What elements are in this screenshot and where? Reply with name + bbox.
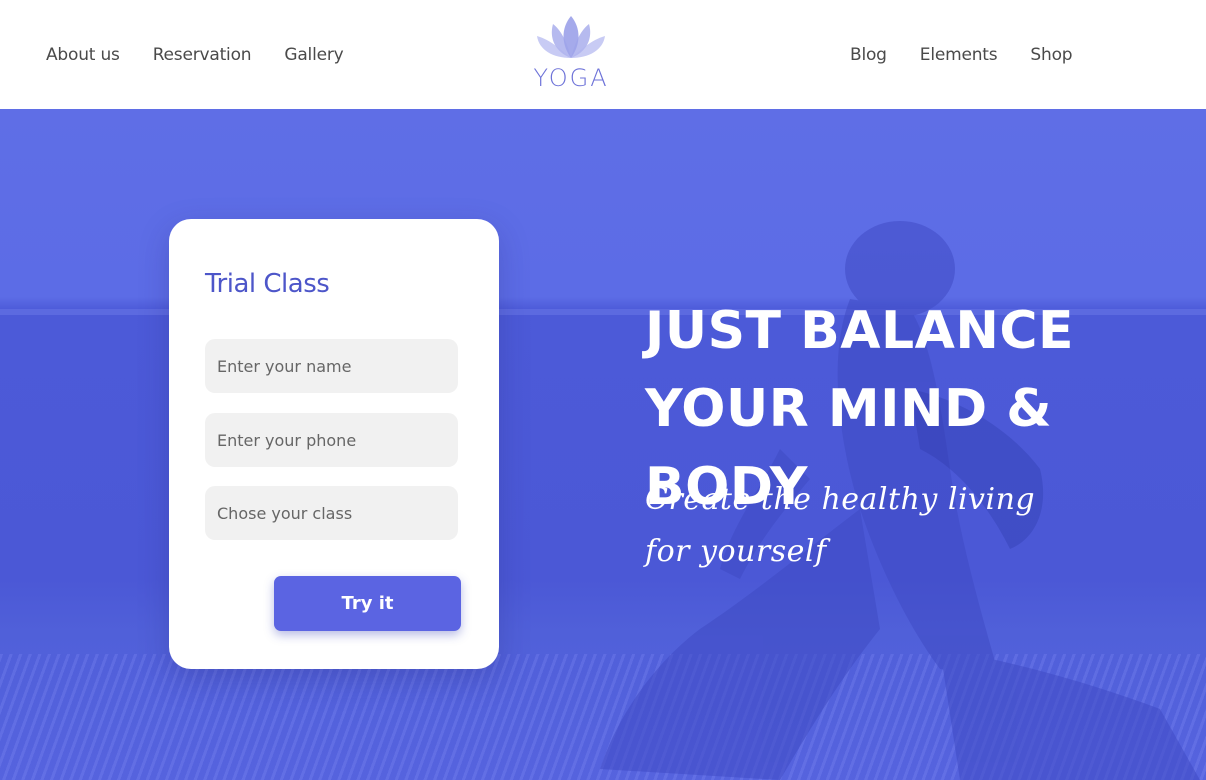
nav-link-blog[interactable]: Blog bbox=[850, 45, 887, 65]
headline-line-1: JUST BALANCE bbox=[645, 301, 1075, 361]
nav-link-about-us[interactable]: About us bbox=[46, 45, 120, 65]
trial-class-card: Trial Class Try it bbox=[169, 219, 499, 669]
site-logo[interactable]: YOGA bbox=[530, 14, 612, 96]
nav-left: About us Reservation Gallery bbox=[46, 0, 377, 109]
nav-right: Blog Elements Shop bbox=[850, 0, 1105, 109]
phone-input[interactable] bbox=[205, 413, 458, 467]
name-input[interactable] bbox=[205, 339, 458, 393]
card-title: Trial Class bbox=[205, 269, 330, 299]
nav-link-gallery[interactable]: Gallery bbox=[284, 45, 343, 65]
nav-link-reservation[interactable]: Reservation bbox=[153, 45, 252, 65]
nav-link-shop[interactable]: Shop bbox=[1030, 45, 1072, 65]
nav-link-elements[interactable]: Elements bbox=[920, 45, 998, 65]
site-header: About us Reservation Gallery YOGA Blog E… bbox=[0, 0, 1206, 109]
lotus-icon bbox=[537, 16, 605, 58]
tagline-line-1: Create the healthy living bbox=[645, 482, 1036, 517]
try-it-button[interactable]: Try it bbox=[274, 576, 461, 631]
tagline-line-2: for yourself bbox=[645, 534, 827, 569]
class-select[interactable] bbox=[205, 486, 458, 540]
hero-section: Trial Class Try it JUST BALANCE YOUR MIN… bbox=[0, 109, 1206, 780]
hero-tagline: Create the healthy living for yourself bbox=[645, 474, 1035, 578]
logo-text: YOGA bbox=[533, 64, 609, 92]
